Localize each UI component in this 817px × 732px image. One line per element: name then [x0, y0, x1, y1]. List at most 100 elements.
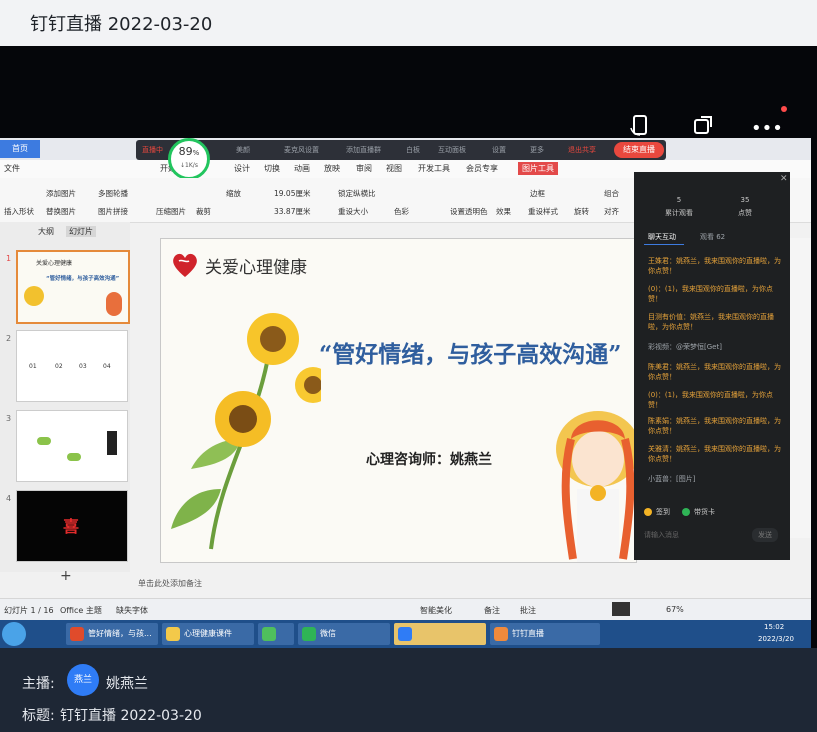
chat-message: (0)：(1)，我来围观你的直播啦，为你点赞！ [648, 285, 773, 303]
theme-name: Office 主题 [60, 606, 102, 615]
menu-tab-devtools[interactable]: 开发工具 [418, 163, 450, 174]
smart-beautify-button[interactable]: 智能美化 [420, 605, 452, 616]
network-percent: 89% [178, 145, 200, 158]
notes-placeholder: 单击此处添加备注 [138, 579, 202, 588]
taskbar-item-app[interactable] [394, 623, 486, 645]
notification-dot [781, 106, 787, 112]
live-control-whiteboard[interactable]: 白板 [406, 145, 420, 155]
comment-button[interactable]: 批注 [520, 605, 536, 616]
wps-right-sidebar [790, 238, 811, 538]
start-icon[interactable] [2, 622, 26, 646]
chat-message: 陈美君：姚燕兰，我来围观你的直播啦，为你点赞！ [648, 363, 781, 381]
chat-message: 目测有价值：姚燕兰，我来围观你的直播啦，为你点赞！ [648, 313, 774, 331]
title-value: 钉钉直播 2022-03-20 [60, 708, 202, 724]
thumb-num-3: 03 [79, 363, 87, 370]
menu-tab-animation[interactable]: 动画 [294, 163, 310, 174]
slide-thumb-1[interactable]: 关爱心理健康 “管好情绪，与孩子高效沟通” [16, 250, 130, 324]
tool-border[interactable]: 边框 [530, 188, 545, 199]
home-tab[interactable]: 首页 [0, 140, 40, 158]
tab-slides[interactable]: 幻灯片 [66, 226, 96, 237]
tool-reset-style[interactable]: 重设样式 [528, 206, 558, 217]
remark-button[interactable]: 备注 [484, 605, 500, 616]
tool-reset-size[interactable]: 重设大小 [338, 206, 368, 217]
tool-color[interactable]: 色彩 [394, 206, 409, 217]
tab-viewers[interactable]: 观看 62 [700, 232, 725, 242]
slide-number: 3 [6, 414, 12, 423]
tab-outline[interactable]: 大纲 [38, 226, 54, 237]
width-input[interactable]: 19.05厘米 [274, 188, 310, 199]
menu-tab-review[interactable]: 审阅 [356, 163, 372, 174]
clock-date: 2022/3/20 [758, 635, 794, 643]
taskbar-item-wechat[interactable]: 微信 [298, 623, 390, 645]
taskbar-item-folder[interactable]: 心理健康课件 [162, 623, 254, 645]
taskbar-item-player[interactable] [258, 623, 294, 645]
tool-multi-carousel[interactable]: 多图轮播 [98, 188, 128, 199]
sunflower-illustration [171, 313, 321, 550]
menu-tab-design[interactable]: 设计 [234, 163, 250, 174]
tool-compress[interactable]: 压缩图片 [156, 206, 186, 217]
chat-panel: ✕ 5 累计观看 35 点赞 聊天互动 观看 62 王姝君：姚燕兰，我来围观你的… [634, 172, 790, 560]
menu-tab-vip[interactable]: 会员专享 [466, 163, 498, 174]
checkin-button[interactable]: 签到 [656, 507, 670, 517]
lock-ratio-checkbox[interactable]: 锁定纵横比 [338, 188, 376, 199]
live-control-beauty[interactable]: 美颜 [236, 145, 250, 155]
goods-card-button[interactable]: 带货卡 [694, 507, 715, 517]
live-control-settings[interactable]: 设置 [492, 145, 506, 155]
notes-area[interactable]: 单击此处添加备注 [138, 578, 638, 596]
live-control-more[interactable]: 更多 [530, 145, 544, 155]
tool-add-picture[interactable]: 添加图片 [46, 188, 76, 199]
menu-tab-picture-tools[interactable]: 图片工具 [518, 162, 558, 175]
taskbar-item-dingtalk[interactable]: 钉钉直播 [490, 623, 600, 645]
thumb-xi-char: 喜 [63, 517, 80, 536]
likes-label: 点赞 [738, 209, 752, 217]
sunflower-image [24, 286, 44, 306]
menu-tab-transition[interactable]: 切换 [264, 163, 280, 174]
avatar[interactable]: 燕兰 [67, 664, 99, 696]
menu-tab-slideshow[interactable]: 放映 [324, 163, 340, 174]
tool-replace-picture[interactable]: 替换图片 [46, 206, 76, 217]
host-label: 主播: [22, 676, 55, 692]
tool-insert-shape[interactable]: 插入形状 [4, 206, 34, 217]
play-icon[interactable] [612, 602, 630, 616]
add-slide-button[interactable]: + [60, 568, 72, 584]
menu-tab-view[interactable]: 视图 [386, 163, 402, 174]
live-control-exit-share[interactable]: 退出共享 [568, 145, 596, 155]
tool-transparent[interactable]: 设置透明色 [450, 206, 488, 217]
clock-time: 15:02 [764, 623, 785, 631]
menu-tab-file[interactable]: 文件 [4, 163, 20, 174]
chat-message: 关雅清：姚燕兰，我来围观你的直播啦，为你点赞！ [648, 445, 781, 463]
slide-title: 关爱心理健康 [205, 258, 307, 278]
tab-chat[interactable]: 聊天互动 [648, 232, 676, 242]
slide-thumb-3[interactable] [16, 410, 128, 482]
slide-thumb-2[interactable]: 01 02 03 04 [16, 330, 128, 402]
live-video-area[interactable]: ••• 首页 直播中 美颜 麦克风设置 添加直播群 白板 互动面板 设置 更多 … [0, 46, 817, 648]
close-icon[interactable]: ✕ [780, 174, 788, 184]
network-speed: ↓1K/s [180, 162, 198, 169]
taskbar-item-ppt[interactable]: 管好情绪，与孩... [66, 623, 158, 645]
thumb-num-2: 02 [55, 363, 63, 370]
missing-font[interactable]: 缺失字体 [116, 605, 148, 616]
tool-rotate[interactable]: 旋转 [574, 206, 589, 217]
tool-group[interactable]: 组合 [604, 188, 619, 199]
goods-card-icon [682, 508, 690, 516]
zoom-level[interactable]: 67% [666, 605, 684, 614]
slide-thumb-4[interactable]: 喜 [16, 490, 128, 562]
chat-input[interactable]: 请输入消息 [644, 530, 679, 540]
tool-picture-splice[interactable]: 图片拼接 [98, 206, 128, 217]
height-input[interactable]: 33.87厘米 [274, 206, 310, 217]
main-slide[interactable]: 关爱心理健康 “管好情绪，与孩子高效沟通” 心理咨询师：姚燕兰 [160, 238, 637, 563]
slide-thumbnails-panel: 大纲 幻灯片 1 关爱心理健康 “管好情绪，与孩子高效沟通” 2 01 02 0… [0, 222, 130, 584]
title-label: 标题: [22, 708, 55, 724]
girl-illustration [556, 411, 636, 562]
tool-align[interactable]: 对齐 [604, 206, 619, 217]
live-control-mic[interactable]: 麦克风设置 [284, 145, 319, 155]
end-live-button[interactable]: 结束直播 [614, 142, 664, 158]
live-control-group[interactable]: 添加直播群 [346, 145, 381, 155]
tool-crop[interactable]: 裁剪 [196, 206, 211, 217]
live-control-interact[interactable]: 互动面板 [438, 145, 466, 155]
host-name: 姚燕兰 [106, 676, 148, 692]
live-info-footer: 主播: 燕兰 姚燕兰 标题: 钉钉直播 2022-03-20 [0, 648, 817, 732]
tool-effect[interactable]: 效果 [496, 206, 511, 217]
tab-underline [644, 244, 684, 245]
send-button[interactable]: 发送 [752, 528, 778, 542]
